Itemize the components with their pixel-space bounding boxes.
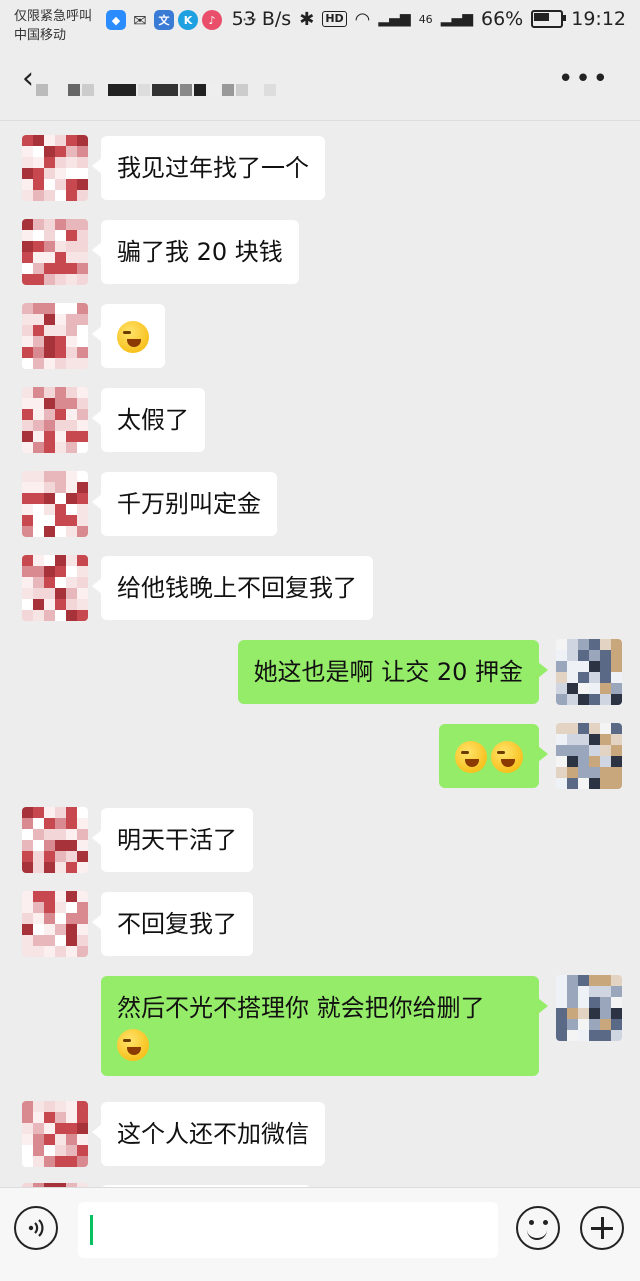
avatar[interactable]	[22, 219, 88, 285]
avatar[interactable]	[22, 807, 88, 873]
message-bubble[interactable]: 明天干活了	[92, 808, 253, 872]
message-text: 她这也是啊 让交 20 押金	[253, 658, 523, 686]
avatar[interactable]	[22, 387, 88, 453]
message-text: 千万别叫定金	[117, 490, 261, 518]
message-bubble[interactable]	[92, 304, 165, 368]
notification-icons: ◆ ✉ 文 K ♪	[106, 10, 222, 30]
wifi-icon: ◠	[354, 8, 371, 30]
avatar[interactable]	[22, 303, 88, 369]
message-text: 不回复我了	[117, 910, 237, 938]
network-type: 46	[418, 12, 433, 26]
wechat-icon: ✉	[130, 10, 150, 30]
crying-laughing-emoji-icon	[117, 321, 149, 353]
system-indicators: 53 B/s ✱ HD ◠ ▂▄▆ 46 ▂▄▆ 66% 19:12	[232, 8, 626, 30]
message-bubble[interactable]: 不回复我了	[92, 892, 253, 956]
message-bubble[interactable]: 这个人还不加微信	[92, 1102, 325, 1166]
ellipsis-icon[interactable]: •••	[558, 64, 610, 94]
message-bubble[interactable]: 太假了	[92, 388, 205, 452]
smiley-icon[interactable]	[516, 1206, 560, 1250]
crying-laughing-emoji-icon	[491, 741, 523, 773]
message-text: 然后不光不搭理你 就会把你给删了	[117, 994, 485, 1022]
hd-badge: HD	[322, 11, 347, 27]
message-text: 这个人还不加微信	[117, 1120, 309, 1148]
message-bubble[interactable]: 骗了我 20 块钱	[92, 220, 299, 284]
message-input[interactable]	[78, 1202, 498, 1258]
avatar[interactable]	[556, 639, 622, 705]
message-bubble[interactable]: 我见过年找了一个	[92, 136, 325, 200]
chat-header: ‹ •••	[0, 46, 640, 121]
message-text: 给他钱晚上不回复我了	[117, 574, 357, 602]
shield-app-icon: ◆	[106, 10, 126, 30]
avatar[interactable]	[22, 555, 88, 621]
message-text: 太假了	[117, 406, 189, 434]
battery-percent: 66%	[481, 8, 524, 30]
battery-icon	[531, 10, 567, 28]
contact-name-pixelated	[36, 84, 276, 96]
text-cursor	[90, 1215, 93, 1245]
plus-circle-icon[interactable]	[580, 1206, 624, 1250]
crying-laughing-emoji-icon	[455, 741, 487, 773]
message-bubble[interactable]: 然后不光不搭理你 就会把你给删了	[101, 976, 548, 1076]
chevron-left-icon[interactable]: ‹	[22, 64, 34, 94]
clock: 19:12	[571, 8, 626, 30]
carrier-line1: 仅限紧急呼叫	[14, 9, 93, 24]
message-text: 明天干活了	[117, 826, 237, 854]
crying-laughing-emoji-icon	[117, 1029, 149, 1061]
avatar[interactable]	[22, 1101, 88, 1167]
avatar[interactable]	[556, 723, 622, 789]
avatar[interactable]	[22, 135, 88, 201]
k-app-icon: K	[178, 10, 198, 30]
avatar[interactable]	[22, 471, 88, 537]
carrier-line2: 中国移动	[14, 28, 67, 43]
message-text: 骗了我 20 块钱	[117, 238, 283, 266]
message-bubble[interactable]: 千万别叫定金	[92, 472, 277, 536]
translate-app-icon: 文	[154, 10, 174, 30]
net-speed: 53 B/s	[231, 8, 292, 30]
message-text: 我见过年找了一个	[117, 154, 309, 182]
input-bar	[0, 1187, 640, 1281]
message-list: 我见过年找了一个 骗了我 20 块钱 太假了 千万别叫定金 给他钱晚上不回复我了…	[0, 121, 640, 1187]
avatar[interactable]	[556, 975, 622, 1041]
bluetooth-icon: ✱	[299, 8, 315, 30]
voice-icon[interactable]	[14, 1206, 58, 1250]
message-bubble[interactable]: 给他钱晚上不回复我了	[92, 556, 373, 620]
avatar[interactable]	[22, 891, 88, 957]
message-bubble[interactable]	[439, 724, 548, 788]
signal-bars-2-icon: ▂▄▆	[440, 11, 473, 27]
signal-bars-icon: ▂▄▆	[378, 11, 411, 27]
message-bubble[interactable]: 她这也是啊 让交 20 押金	[237, 640, 549, 704]
music-app-icon: ♪	[202, 10, 222, 30]
status-bar: 仅限紧急呼叫 中国移动 ◆ ✉ 文 K ♪ ··· 53 B/s ✱ HD ◠ …	[0, 0, 640, 46]
